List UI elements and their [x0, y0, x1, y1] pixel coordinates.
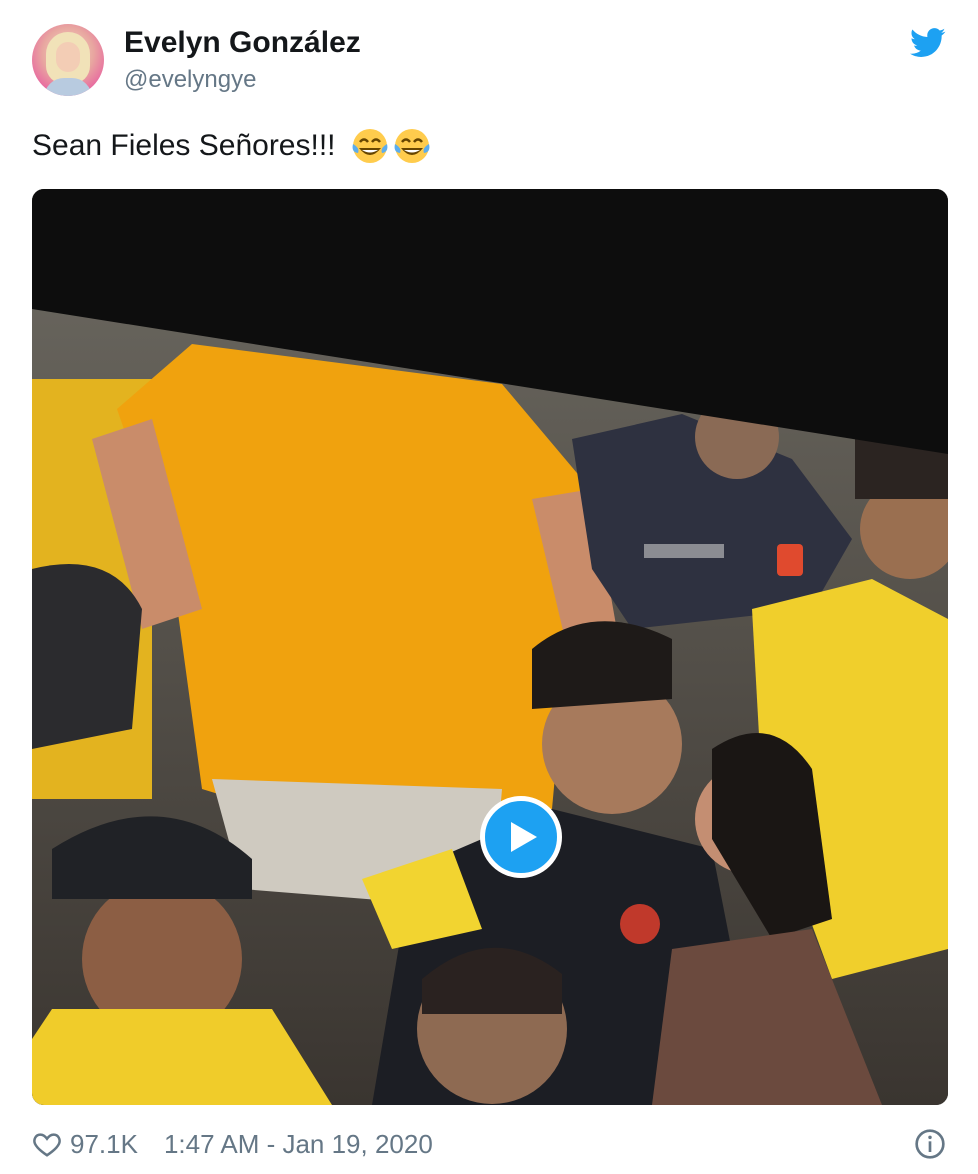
tweet-body: Sean Fieles Señores!!! — [32, 129, 336, 162]
face-with-tears-of-joy-icon — [394, 129, 429, 163]
stadium-crowd-scene — [32, 189, 948, 1105]
play-button[interactable] — [480, 796, 562, 878]
info-icon[interactable] — [914, 1128, 946, 1160]
heart-icon[interactable] — [32, 1129, 62, 1159]
video-thumbnail[interactable] — [32, 189, 948, 1105]
play-icon — [511, 822, 537, 852]
author-display-name[interactable]: Evelyn González — [124, 26, 361, 60]
twitter-bird-icon[interactable] — [910, 28, 946, 58]
face-with-tears-of-joy-icon — [352, 129, 387, 163]
avatar[interactable] — [32, 24, 104, 96]
tweet-timestamp[interactable]: 1:47 AM - Jan 19, 2020 — [164, 1129, 433, 1160]
tweet-footer: 97.1K 1:47 AM - Jan 19, 2020 — [32, 1124, 433, 1164]
author-handle[interactable]: @evelyngye — [124, 66, 256, 94]
like-count[interactable]: 97.1K — [70, 1129, 138, 1160]
tweet-text: Sean Fieles Señores!!! — [32, 126, 432, 166]
